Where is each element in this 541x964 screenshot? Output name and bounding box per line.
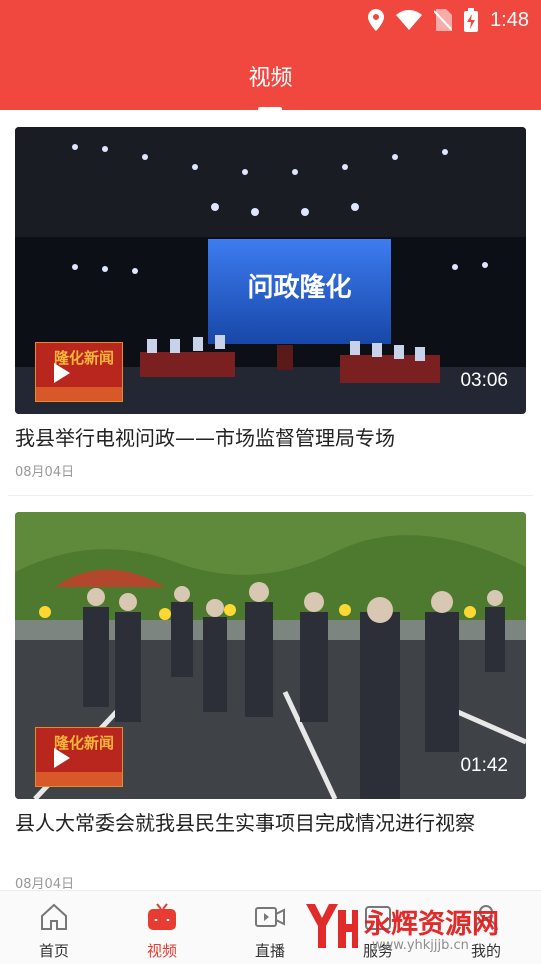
video-thumbnail[interactable]: 隆化新闻 01:42	[15, 512, 526, 799]
wifi-icon	[396, 10, 423, 30]
watermark: 永辉资源网 www.yhkjjjb.cn	[300, 896, 530, 956]
tab-video[interactable]: 视频	[108, 891, 216, 964]
video-duration: 03:06	[460, 370, 508, 391]
page-title[interactable]: 视频	[0, 60, 541, 92]
home-icon	[41, 903, 67, 930]
video-date: 08月04日	[15, 465, 75, 480]
video-duration: 01:42	[460, 755, 508, 776]
video-title[interactable]: 我县举行电视问政——市场监督管理局专场	[15, 425, 526, 451]
status-bar: 1:48	[0, 0, 541, 40]
video-card[interactable]: 问政隆化 隆化新闻 03:06 我县举行电视问政——市场监督管理局专场 08月0…	[15, 127, 526, 487]
screen-banner-text: 问政隆化	[247, 273, 352, 303]
video-thumbnail[interactable]: 问政隆化 隆化新闻 03:06	[15, 127, 526, 414]
watermark-logo-icon	[306, 904, 358, 948]
channel-logo: 隆化新闻	[35, 342, 123, 402]
battery-charging-icon	[464, 8, 479, 32]
tab-home[interactable]: 首页	[0, 891, 108, 964]
play-icon[interactable]	[54, 363, 70, 383]
tab-indicator	[258, 107, 282, 111]
tv-icon	[148, 903, 176, 930]
video-camera-icon	[255, 907, 285, 927]
no-sim-icon	[434, 9, 453, 31]
status-time: 1:48	[490, 8, 529, 31]
video-card[interactable]: 隆化新闻 01:42 县人大常委会就我县民生实事项目完成情况进行视察 08月04…	[15, 512, 526, 892]
location-icon	[368, 9, 385, 31]
divider	[8, 495, 533, 496]
play-icon[interactable]	[54, 748, 70, 768]
channel-logo: 隆化新闻	[35, 727, 123, 787]
top-nav: 视频	[0, 40, 541, 111]
video-title[interactable]: 县人大常委会就我县民生实事项目完成情况进行视察	[15, 810, 526, 836]
